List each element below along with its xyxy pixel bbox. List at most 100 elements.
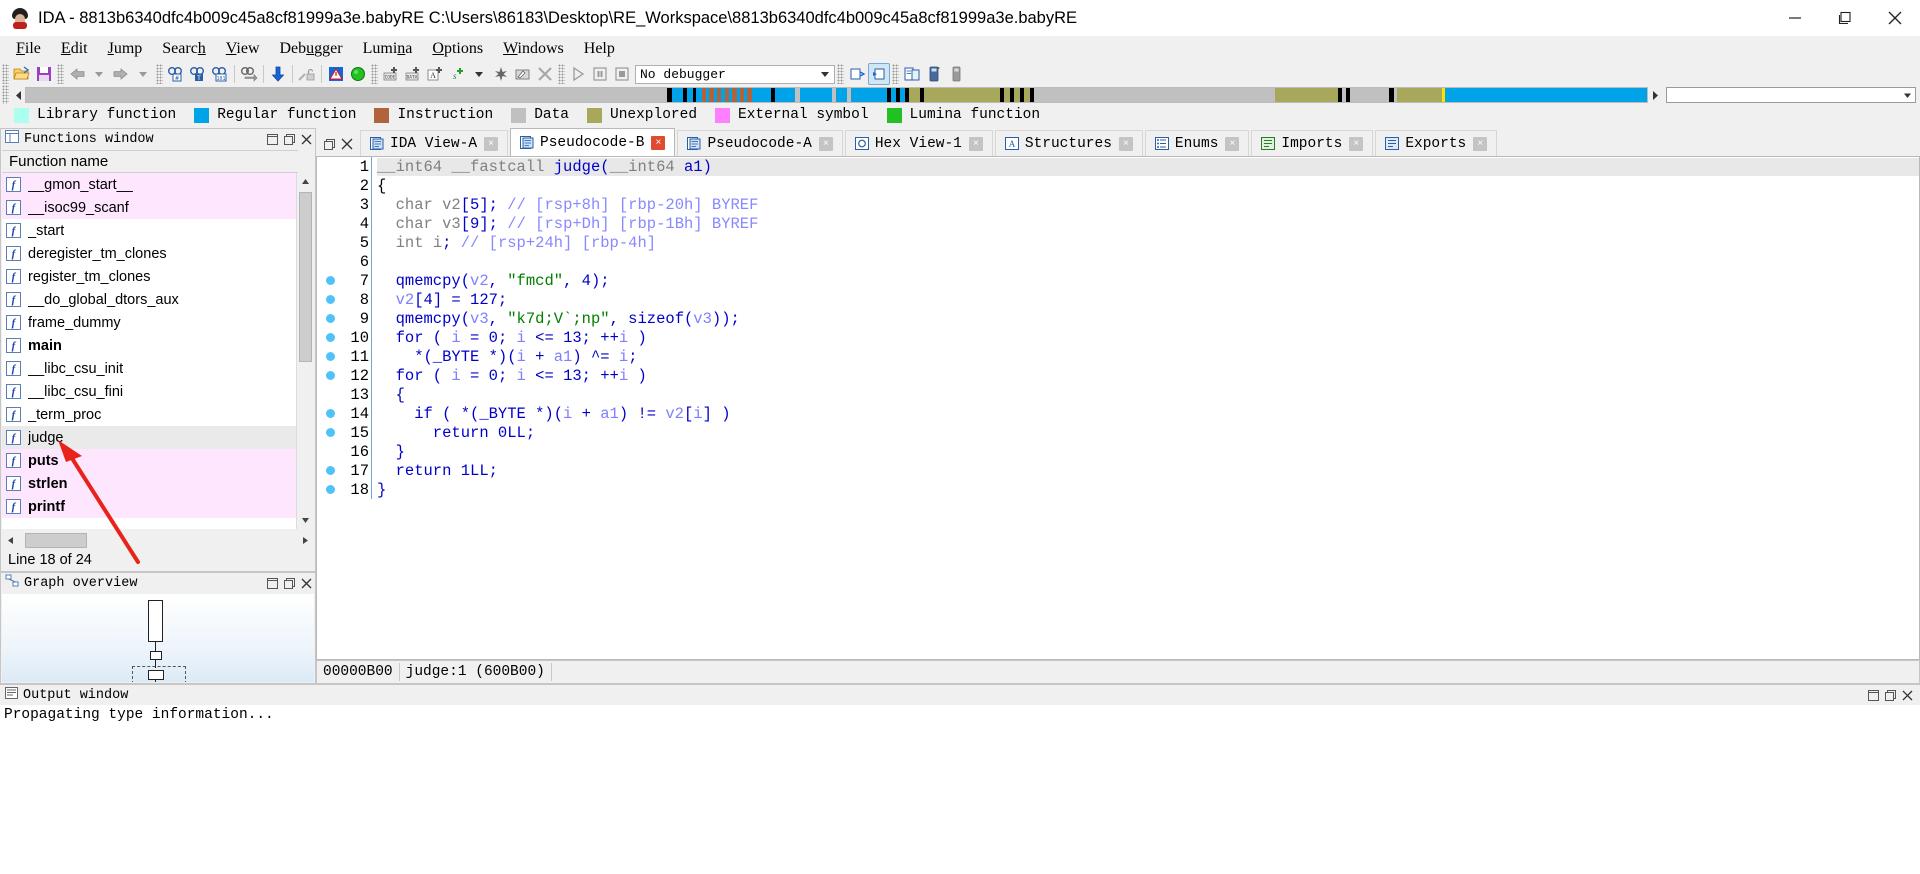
function-list-item[interactable]: f judge [2, 426, 298, 449]
function-list-item[interactable]: f register_tm_clones [2, 265, 298, 288]
toolbar-grip-4[interactable] [371, 64, 378, 84]
forward-dropdown-icon[interactable] [132, 63, 154, 85]
output-window-float[interactable] [1882, 687, 1899, 703]
functions-list[interactable]: f __gmon_start__ f __isoc99_scanf f _start f de… [2, 173, 298, 529]
function-list-item[interactable]: f _start [2, 219, 298, 242]
menu-lumina[interactable]: Lumina [353, 38, 423, 60]
pseudocode-editor[interactable]: 1 __int64 __fastcall judge(__int64 a1) 2{3… [316, 156, 1920, 660]
tab-exports[interactable]: Exports × [1375, 130, 1498, 156]
search-hash-icon[interactable]: # [165, 63, 187, 85]
tab-pseudocode-b[interactable]: Pseudocode-B × [510, 128, 676, 156]
navband-overview-box[interactable] [1666, 87, 1916, 103]
menu-jump[interactable]: Jump [98, 38, 153, 60]
breakpoint-marker-icon[interactable] [317, 333, 343, 342]
menu-windows[interactable]: Windows [493, 38, 574, 60]
output-window-minimize[interactable] [1865, 687, 1882, 703]
minimize-button[interactable] [1770, 0, 1820, 36]
toolbar-grip[interactable] [2, 64, 9, 84]
tab-hex-view-1[interactable]: Hex View-1 × [844, 130, 993, 156]
function-list-item[interactable]: f __gmon_start__ [2, 173, 298, 196]
menu-view[interactable]: View [216, 38, 270, 60]
back-dropdown-icon[interactable] [88, 63, 110, 85]
make-struct-icon[interactable]: s [446, 63, 468, 85]
pseudocode-line[interactable]: 11 *(_BYTE *)(i + a1) ^= i; [317, 347, 1919, 366]
pseudocode-line[interactable]: 10 for ( i = 0; i <= 13; ++i ) [317, 328, 1919, 347]
pseudocode-line[interactable]: 8 v2[4] = 127; [317, 290, 1919, 309]
breakpoint-marker-icon[interactable] [317, 314, 343, 323]
breakpoint-marker-icon[interactable] [317, 276, 343, 285]
functions-horizontal-scrollbar[interactable] [2, 531, 314, 549]
pseudocode-line[interactable]: 1 __int64 __fastcall judge(__int64 a1) [317, 157, 1919, 176]
navband-left-arrow[interactable] [11, 87, 25, 103]
pseudocode-line[interactable]: 17 return 1LL; [317, 461, 1919, 480]
pseudocode-line[interactable]: 6 [317, 252, 1919, 271]
functions-hscroll-left-arrow[interactable] [2, 532, 19, 549]
tab-restore-button[interactable] [321, 136, 338, 152]
function-list-item[interactable]: f __libc_csu_init [2, 357, 298, 380]
pseudocode-line[interactable]: 7 qmemcpy(v2, "fmcd", 4); [317, 271, 1919, 290]
tab-close-icon[interactable]: × [1349, 136, 1364, 151]
functions-scroll-down-arrow[interactable] [297, 512, 314, 529]
tab-close-icon[interactable]: × [484, 136, 499, 151]
function-list-item[interactable]: f puts [2, 449, 298, 472]
breakpoint-marker-icon[interactable] [317, 371, 343, 380]
tab-close-icon[interactable]: × [818, 136, 833, 151]
function-list-item[interactable]: f __libc_csu_fini [2, 380, 298, 403]
tab-close-icon[interactable]: × [651, 135, 666, 150]
functions-hscroll-right-arrow[interactable] [297, 532, 314, 549]
pseudocode-line[interactable]: 14 if ( *(_BYTE *)(i + a1) != v2[i] ) [317, 404, 1919, 423]
tab-pseudocode-a[interactable]: Pseudocode-A × [677, 130, 843, 156]
breakpoint-marker-icon[interactable] [317, 409, 343, 418]
breakpoint-marker-icon[interactable] [317, 466, 343, 475]
green-circle-icon[interactable] [347, 63, 369, 85]
functions-scroll-thumb[interactable] [299, 192, 312, 362]
make-data-icon[interactable]: DATA [402, 63, 424, 85]
function-list-item[interactable]: f frame_dummy [2, 311, 298, 334]
pseudocode-line[interactable]: 15 return 0LL; [317, 423, 1919, 442]
graph-overview-float[interactable] [281, 575, 298, 591]
toolbar-grip-2[interactable] [57, 64, 64, 84]
functions-vertical-scrollbar[interactable] [296, 173, 314, 529]
pause-icon[interactable] [589, 63, 611, 85]
functions-hscroll-thumb[interactable] [25, 532, 87, 548]
search-binary-icon[interactable]: 101 [209, 63, 231, 85]
pseudocode-line[interactable]: 9 qmemcpy(v3, "k7d;V`;np", sizeof(v3)); [317, 309, 1919, 328]
maximize-button[interactable] [1820, 0, 1870, 36]
save-icon[interactable] [33, 63, 55, 85]
functions-window-close[interactable] [298, 131, 315, 147]
function-list-item[interactable]: f __isoc99_scanf [2, 196, 298, 219]
graph-overview-close[interactable] [298, 575, 315, 591]
function-list-item[interactable]: f deregister_tm_clones [2, 242, 298, 265]
close-button[interactable] [1870, 0, 1920, 36]
tab-close-icon[interactable]: × [1473, 136, 1488, 151]
function-list-item[interactable]: f __do_global_dtors_aux [2, 288, 298, 311]
lumina-pull-icon[interactable] [868, 63, 890, 85]
make-string-icon[interactable]: A [424, 63, 446, 85]
pseudocode-line[interactable]: 18} [317, 480, 1919, 499]
menu-debugger[interactable]: Debugger [270, 38, 353, 60]
forward-icon[interactable] [110, 63, 132, 85]
warning-icon[interactable] [325, 63, 347, 85]
pseudocode-line[interactable]: 3 char v2[5]; // [rsp+8h] [rbp-20h] BYRE… [317, 195, 1919, 214]
output-log[interactable]: Propagating type information... [0, 705, 1920, 874]
lumina-push-icon[interactable] [846, 63, 868, 85]
pseudocode-line[interactable]: 4 char v3[9]; // [rsp+Dh] [rbp-1Bh] BYRE… [317, 214, 1919, 233]
navband-right-arrow[interactable] [1648, 87, 1662, 103]
function-list-item[interactable]: f printf [2, 495, 298, 518]
tab-close-icon[interactable]: × [1225, 136, 1240, 151]
run-icon[interactable] [567, 63, 589, 85]
functions-window-float[interactable] [281, 131, 298, 147]
graph-overview-canvas[interactable] [2, 594, 314, 682]
menu-options[interactable]: Options [422, 38, 493, 60]
function-list-item[interactable]: f main [2, 334, 298, 357]
toolbar-grip-5[interactable] [558, 64, 565, 84]
pseudocode-line[interactable]: 12 for ( i = 0; i <= 13; ++i ) [317, 366, 1919, 385]
calc-icon[interactable] [923, 63, 945, 85]
functions-hscroll-track[interactable] [19, 531, 297, 549]
shell-icon[interactable] [945, 63, 967, 85]
tab-imports[interactable]: Imports × [1251, 130, 1374, 156]
pseudocode-line[interactable]: 16 } [317, 442, 1919, 461]
chevron-down-icon[interactable] [817, 66, 832, 83]
menu-file[interactable]: File [6, 38, 51, 60]
functions-column-header[interactable]: Function name [2, 150, 298, 173]
